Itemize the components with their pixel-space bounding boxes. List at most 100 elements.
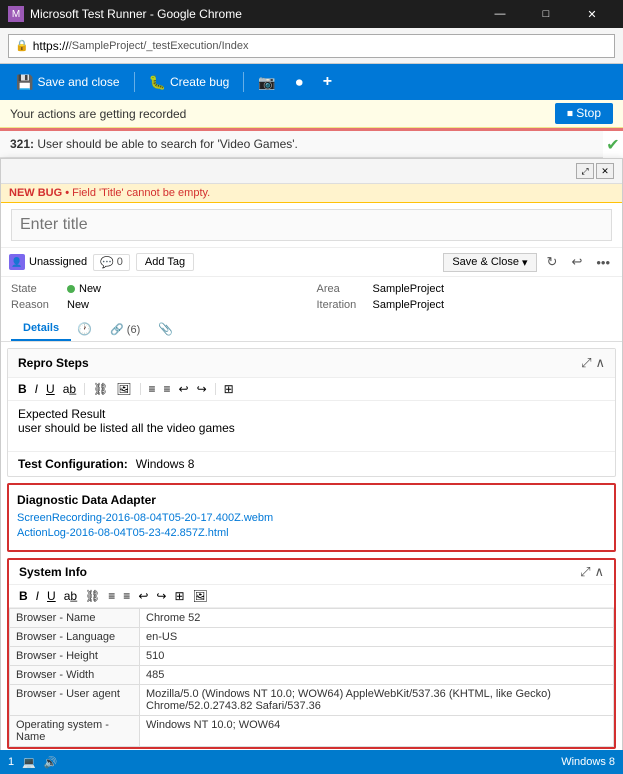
diagnostic-title: Diagnostic Data Adapter <box>17 493 606 507</box>
sysinfo-list[interactable]: ≡ <box>106 588 117 604</box>
area-value: SampleProject <box>373 283 445 295</box>
save-close-button[interactable]: Save & Close ▾ <box>443 253 536 272</box>
title-input[interactable] <box>11 209 612 241</box>
create-bug-label: Create bug <box>170 75 229 89</box>
bug-dialog: ⤢ ✕ NEW BUG • Field 'Title' cannot be em… <box>0 158 623 774</box>
add-tag-button[interactable]: Add Tag <box>136 253 194 271</box>
refresh-button[interactable]: ↻ <box>543 252 562 272</box>
address-field[interactable]: 🔒 https:// /SampleProject/_testExecution… <box>8 34 615 58</box>
sysinfo-key: Browser - Name <box>10 609 140 628</box>
tab-links[interactable]: 🔗 (6) <box>98 318 152 341</box>
sysinfo-value: 510 <box>140 647 614 666</box>
indent-button[interactable]: ↩ <box>177 381 191 397</box>
sysinfo-controls: ⤢ ∧ <box>580 564 604 580</box>
reason-label: Reason <box>11 299 61 311</box>
repro-editor-toolbar: B I U ab̲ ⛓ 🖼 ≡ ≡ ↩ ↪ ⊞ <box>8 378 615 401</box>
sysinfo-value: Mozilla/5.0 (Windows NT 10.0; WOW64) App… <box>140 685 614 716</box>
diagnostic-link-1[interactable]: ScreenRecording-2016-08-04T05-20-17.400Z… <box>17 512 606 524</box>
pass-icon: ✔ <box>606 135 619 155</box>
sysinfo-link[interactable]: ⛓ <box>83 588 102 604</box>
maximize-button[interactable]: □ <box>523 0 569 28</box>
italic-button[interactable]: I <box>33 381 40 397</box>
tab-number: 1 <box>8 756 14 768</box>
comment-badge[interactable]: 💬 0 <box>93 254 130 271</box>
collapse-repro-button[interactable]: ∧ <box>595 355 605 371</box>
sysinfo-value: 485 <box>140 666 614 685</box>
tab-history-icon[interactable]: 🕐 <box>71 317 98 341</box>
tab-details[interactable]: Details <box>11 317 71 341</box>
sysinfo-olist[interactable]: ≡ <box>121 588 132 604</box>
sysinfo-image[interactable]: 🖼 <box>191 588 210 604</box>
table-button[interactable]: ⊞ <box>222 381 236 397</box>
screenshot-button[interactable]: 📷 <box>250 70 283 95</box>
recording-bar: Your actions are getting recorded ⏹ Stop <box>0 100 623 128</box>
expand-button[interactable]: ⤢ <box>576 163 594 179</box>
expand-sysinfo-button[interactable]: ⤢ <box>580 564 590 580</box>
sysinfo-outdent[interactable]: ↪ <box>154 588 168 604</box>
screenshot-icon: 📷 <box>258 74 275 91</box>
state-value: New <box>67 283 101 295</box>
repro-steps-controls: ⤢ ∧ <box>581 355 605 371</box>
strikethrough-button[interactable]: ab̲ <box>61 381 78 397</box>
dialog-scroll-content[interactable]: Repro Steps ⤢ ∧ B I U ab̲ ⛓ 🖼 <box>1 342 622 774</box>
stop-button[interactable]: ⏹ Stop <box>555 103 613 124</box>
minimize-button[interactable]: — <box>477 0 523 28</box>
bug-icon: 🐛 <box>149 74 166 91</box>
sysinfo-bold[interactable]: B <box>17 588 30 604</box>
area-field-row: Area SampleProject <box>317 283 613 295</box>
sysinfo-header: System Info ⤢ ∧ <box>9 560 614 585</box>
save-close-toolbar-button[interactable]: 💾 Save and close <box>8 70 128 95</box>
test-config-row: Test Configuration: Windows 8 <box>8 451 615 476</box>
sysinfo-indent[interactable]: ↩ <box>136 588 150 604</box>
area-label: Area <box>317 283 367 295</box>
status-left: 1 💻 🔊 <box>8 756 58 769</box>
list-button[interactable]: ≡ <box>147 381 158 397</box>
address-path: /SampleProject/_testExecution/Index <box>69 40 249 52</box>
sysinfo-section: System Info ⤢ ∧ B I U ab̲ ⛓ ≡ ≡ <box>7 558 616 749</box>
diagnostic-link-2[interactable]: ActionLog-2016-08-04T05-23-42.857Z.html <box>17 527 606 539</box>
tab-attachments-icon[interactable]: 📎 <box>152 317 179 341</box>
more-button[interactable]: ••• <box>592 253 614 272</box>
close-button[interactable]: ✕ <box>569 0 615 28</box>
toolbar-separator-1 <box>134 72 135 92</box>
iteration-label: Iteration <box>317 299 367 311</box>
record-button[interactable]: ⏺ <box>288 70 311 95</box>
dialog-close-button[interactable]: ✕ <box>596 163 614 179</box>
repro-steps-header: Repro Steps ⤢ ∧ <box>8 349 615 378</box>
reason-field-row: Reason New <box>11 299 307 311</box>
add-button[interactable]: + <box>315 69 340 95</box>
title-bar: M Microsoft Test Runner - Google Chrome … <box>0 0 623 28</box>
bold-button[interactable]: B <box>16 381 29 397</box>
sysinfo-value: en-US <box>140 628 614 647</box>
error-message: Field 'Title' cannot be empty. <box>72 187 210 199</box>
sysinfo-underline[interactable]: U <box>45 588 58 604</box>
comment-icon: 💬 <box>100 256 114 269</box>
diagnostic-section: Diagnostic Data Adapter ScreenRecording-… <box>7 483 616 552</box>
tabs-bar: Details 🕐 🔗 (6) 📎 <box>1 317 622 342</box>
underline-button[interactable]: U <box>44 381 57 397</box>
status-icon-1: 💻 <box>22 756 36 769</box>
repro-steps-section: Repro Steps ⤢ ∧ B I U ab̲ ⛓ 🖼 <box>7 348 616 477</box>
repro-expected-label: Expected Result <box>18 407 605 421</box>
sysinfo-row: Browser - Languageen-US <box>10 628 614 647</box>
bug-toolbar: 👤 Unassigned 💬 0 Add Tag Save & Close ▾ … <box>1 247 622 277</box>
sysinfo-value: Chrome 52 <box>140 609 614 628</box>
image-button[interactable]: 🖼 <box>114 381 133 397</box>
sysinfo-table[interactable]: ⊞ <box>172 588 186 604</box>
fields-area: State New Area SampleProject Reason New … <box>1 277 622 317</box>
undo-button[interactable]: ↩ <box>567 252 586 272</box>
collapse-sysinfo-button[interactable]: ∧ <box>594 564 604 580</box>
expand-repro-button[interactable]: ⤢ <box>581 355 591 371</box>
status-right: Windows 8 <box>561 756 615 768</box>
state-label: State <box>11 283 61 295</box>
step-number: 321: <box>10 137 34 151</box>
outdent-button[interactable]: ↪ <box>195 381 209 397</box>
repro-steps-title: Repro Steps <box>18 356 89 370</box>
sysinfo-italic[interactable]: I <box>34 588 41 604</box>
link-button[interactable]: ⛓ <box>91 381 110 397</box>
sysinfo-strike[interactable]: ab̲ <box>62 588 79 604</box>
links-icon: 🔗 <box>110 324 124 336</box>
create-bug-button[interactable]: 🐛 Create bug <box>141 70 238 95</box>
test-config-label: Test Configuration: <box>18 457 128 471</box>
ordered-list-button[interactable]: ≡ <box>162 381 173 397</box>
